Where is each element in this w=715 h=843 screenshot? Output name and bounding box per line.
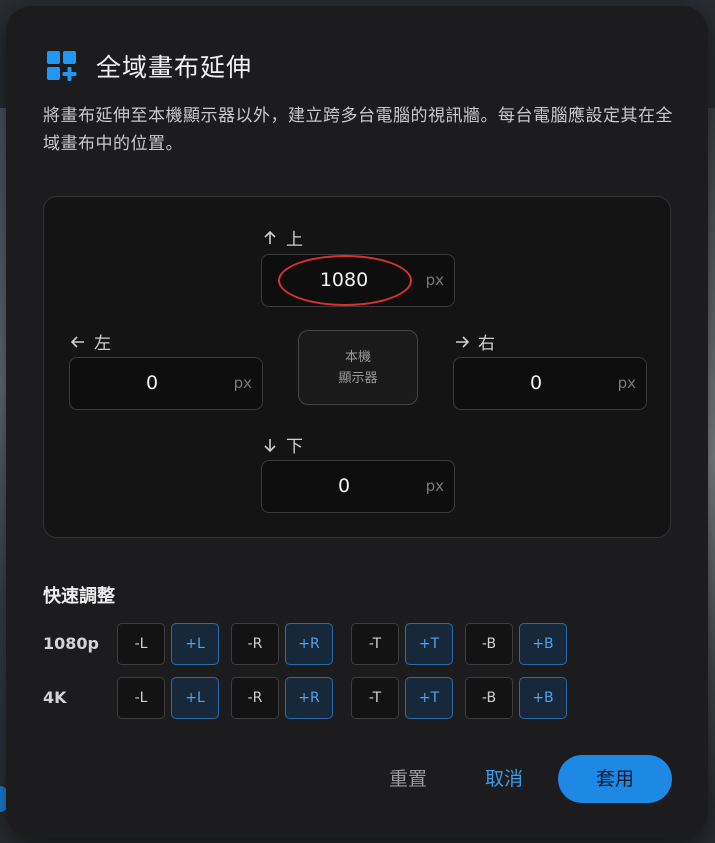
arrow-right-icon <box>456 335 470 348</box>
quick-1080p-plus-bottom[interactable]: +B <box>519 623 567 665</box>
quick-adjust-title: 快速調整 <box>43 586 115 607</box>
quick-1080p-minus-left[interactable]: -L <box>117 623 165 665</box>
top-offset-unit: px <box>425 271 444 289</box>
quick-4k-minus-left[interactable]: -L <box>117 677 165 719</box>
left-offset-unit: px <box>233 374 252 392</box>
cancel-button[interactable]: 取消 <box>476 755 532 803</box>
bottom-offset-value: 0 <box>337 475 351 497</box>
arrow-down-icon <box>264 438 276 452</box>
quick-1080p-plus-top[interactable]: +T <box>405 623 453 665</box>
arrow-left-icon <box>70 335 84 348</box>
right-label-text: 右 <box>478 334 495 354</box>
top-offset-value: 1080 <box>319 269 369 291</box>
reset-button[interactable]: 重置 <box>380 755 436 803</box>
canvas-extension-dialog: 全域畫布延伸 將畫布延伸至本機顯示器以外，建立跨多台電腦的視訊牆。每台電腦應設定… <box>6 6 708 838</box>
quick-4k-plus-left[interactable]: +L <box>171 677 219 719</box>
bottom-label: 下 <box>262 432 303 457</box>
top-label-text: 上 <box>286 230 303 250</box>
monitor-label-line1: 本機 <box>344 349 371 365</box>
left-label: 左 <box>70 329 111 354</box>
quick-4k-minus-bottom[interactable]: -B <box>465 677 513 719</box>
grid-add-icon <box>47 51 77 81</box>
quick-4k-plus-right[interactable]: +R <box>285 677 333 719</box>
arrow-up-icon <box>264 230 276 244</box>
dialog-title: 全域畫布延伸 <box>96 53 253 82</box>
quick-row-label: 1080p <box>43 634 99 653</box>
quick-1080p-minus-bottom[interactable]: -B <box>465 623 513 665</box>
bottom-offset-input[interactable]: 0 px <box>261 460 455 513</box>
quick-4k-minus-right[interactable]: -R <box>231 677 279 719</box>
right-offset-value: 0 <box>529 372 543 394</box>
left-label-text: 左 <box>94 334 111 354</box>
dialog-header: 全域畫布延伸 <box>46 48 252 84</box>
dialog-description: 將畫布延伸至本機顯示器以外，建立跨多台電腦的視訊牆。每台電腦應設定其在全域畫布中… <box>43 106 673 154</box>
top-label: 上 <box>262 225 303 250</box>
quick-1080p-plus-left[interactable]: +L <box>171 623 219 665</box>
bottom-offset-unit: px <box>425 477 444 495</box>
quick-4k-minus-top[interactable]: -T <box>351 677 399 719</box>
bottom-label-text: 下 <box>286 437 303 457</box>
left-offset-value: 0 <box>145 372 159 394</box>
quick-1080p-minus-right[interactable]: -R <box>231 623 279 665</box>
right-offset-unit: px <box>617 374 636 392</box>
quick-4k-plus-top[interactable]: +T <box>405 677 453 719</box>
right-label: 右 <box>454 329 495 354</box>
canvas-offset-panel: 上 1080 px 左 0 px 本機 顯示器 右 0 px 下 0 px <box>43 196 671 538</box>
quick-1080p-minus-top[interactable]: -T <box>351 623 399 665</box>
apply-button[interactable]: 套用 <box>558 755 672 803</box>
right-offset-input[interactable]: 0 px <box>453 357 647 410</box>
quick-row-label: 4K <box>43 688 67 707</box>
left-offset-input[interactable]: 0 px <box>69 357 263 410</box>
top-offset-input[interactable]: 1080 px <box>261 254 455 307</box>
monitor-label-line2: 顯示器 <box>338 370 378 386</box>
local-monitor-box: 本機 顯示器 <box>298 330 418 405</box>
quick-1080p-plus-right[interactable]: +R <box>285 623 333 665</box>
quick-4k-plus-bottom[interactable]: +B <box>519 677 567 719</box>
